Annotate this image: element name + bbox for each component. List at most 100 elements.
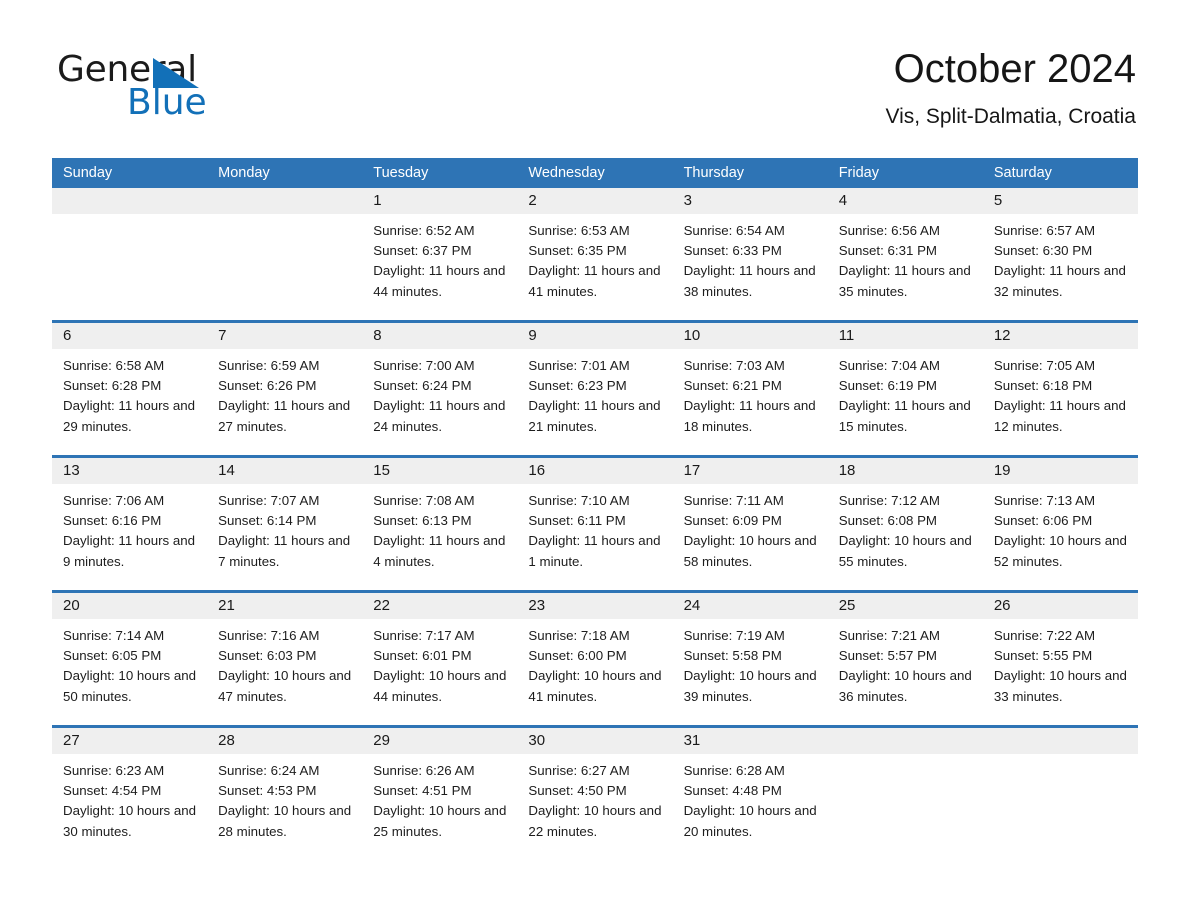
calendar-day-cell[interactable]: 6 Sunrise: 6:58 AM Sunset: 6:28 PM Daylight… [52, 323, 208, 455]
day-details: Sunrise: 7:00 AM Sunset: 6:24 PM Daylight:… [362, 349, 517, 437]
day-number [827, 728, 983, 754]
day-details: Sunrise: 7:05 AM Sunset: 6:18 PM Daylight:… [983, 349, 1138, 437]
calendar-day-cell[interactable]: 19 Sunrise: 7:13 AM Sunset: 6:06 PM Dayligh… [982, 458, 1138, 590]
calendar-day-cell[interactable]: 22 Sunrise: 7:17 AM Sunset: 6:01 PM Dayligh… [362, 593, 518, 725]
weekday-header-thursday: Thursday [683, 165, 745, 181]
sunset-text: Sunset: 6:18 PM [993, 378, 1093, 394]
sunset-text: Sunset: 6:01 PM [373, 648, 472, 664]
sunset-text: Sunset: 5:55 PM [993, 648, 1093, 664]
day-details: Sunrise: 6:23 AM Sunset: 4:54 PM Daylight:… [52, 754, 207, 842]
day-details: Sunrise: 7:11 AM Sunset: 6:09 PM Daylight:… [673, 484, 828, 572]
sunset-text: Sunset: 5:58 PM [683, 648, 782, 664]
sunrise-text: Sunrise: 7:14 AM [63, 628, 165, 643]
day-details: Sunrise: 7:13 AM Sunset: 6:06 PM Daylight:… [983, 484, 1138, 572]
calendar-day-cell[interactable]: 5 Sunrise: 6:57 AM Sunset: 6:30 PM Daylight… [982, 188, 1138, 320]
day-number: 5 [982, 188, 1138, 214]
day-number: 10 [672, 323, 828, 349]
daylight-text: Daylight: 10 hours and 30 minutes. [63, 803, 197, 839]
daylight-text: Daylight: 11 hours and 21 minutes. [528, 398, 661, 434]
calendar-week-row: 13 Sunrise: 7:06 AM Sunset: 6:16 PM Dayligh… [52, 455, 1138, 590]
sunrise-text: Sunrise: 7:05 AM [993, 358, 1096, 373]
calendar-weeks: 1 Sunrise: 6:52 AM Sunset: 6:37 PM Daylight… [52, 188, 1138, 860]
day-details [983, 754, 1138, 761]
sunrise-text: Sunrise: 7:07 AM [218, 493, 320, 508]
calendar-day-cell[interactable]: 24 Sunrise: 7:19 AM Sunset: 5:58 PM Dayligh… [672, 593, 828, 725]
sunset-text: Sunset: 4:54 PM [63, 783, 162, 799]
sunset-text: Sunset: 4:48 PM [683, 783, 782, 799]
page-title: October 2024 [893, 47, 1136, 91]
calendar-page: General Blue October 2024 Vis, Split-Dal… [0, 0, 1188, 918]
daylight-text: Daylight: 11 hours and 41 minutes. [528, 263, 661, 299]
calendar-day-cell[interactable]: 27 Sunrise: 6:23 AM Sunset: 4:54 PM Dayligh… [52, 728, 208, 860]
daylight-text: Daylight: 10 hours and 41 minutes. [528, 668, 662, 704]
sunset-text: Sunset: 6:35 PM [528, 243, 627, 259]
sunrise-text: Sunrise: 6:56 AM [838, 223, 940, 238]
calendar-day-cell[interactable]: 23 Sunrise: 7:18 AM Sunset: 6:00 PM Dayligh… [517, 593, 673, 725]
calendar-day-cell-empty [207, 188, 363, 320]
calendar-day-cell[interactable]: 14 Sunrise: 7:07 AM Sunset: 6:14 PM Dayligh… [207, 458, 363, 590]
daylight-text: Daylight: 10 hours and 20 minutes. [683, 803, 817, 839]
day-details [828, 754, 983, 761]
daylight-text: Daylight: 11 hours and 24 minutes. [373, 398, 506, 434]
sunrise-text: Sunrise: 6:52 AM [373, 223, 475, 238]
day-number: 7 [207, 323, 363, 349]
sunrise-text: Sunrise: 6:23 AM [63, 763, 165, 778]
daylight-text: Daylight: 10 hours and 25 minutes. [373, 803, 507, 839]
day-details: Sunrise: 6:28 AM Sunset: 4:48 PM Daylight:… [673, 754, 828, 842]
daylight-text: Daylight: 10 hours and 39 minutes. [683, 668, 817, 704]
calendar-day-cell[interactable]: 29 Sunrise: 6:26 AM Sunset: 4:51 PM Dayligh… [362, 728, 518, 860]
sunset-text: Sunset: 6:19 PM [838, 378, 938, 394]
sunrise-text: Sunrise: 7:17 AM [373, 628, 475, 643]
calendar-day-cell[interactable]: 18 Sunrise: 7:12 AM Sunset: 6:08 PM Dayligh… [827, 458, 983, 590]
calendar-day-cell[interactable]: 16 Sunrise: 7:10 AM Sunset: 6:11 PM Dayligh… [517, 458, 673, 590]
calendar-day-cell[interactable]: 12 Sunrise: 7:05 AM Sunset: 6:18 PM Dayligh… [982, 323, 1138, 455]
sunrise-text: Sunrise: 7:12 AM [838, 493, 940, 508]
calendar-day-cell[interactable]: 10 Sunrise: 7:03 AM Sunset: 6:21 PM Dayligh… [672, 323, 828, 455]
calendar-day-cell[interactable]: 25 Sunrise: 7:21 AM Sunset: 5:57 PM Dayligh… [827, 593, 983, 725]
sunset-text: Sunset: 6:26 PM [218, 378, 317, 394]
calendar-day-cell[interactable]: 20 Sunrise: 7:14 AM Sunset: 6:05 PM Dayligh… [52, 593, 208, 725]
calendar-day-cell[interactable]: 26 Sunrise: 7:22 AM Sunset: 5:55 PM Dayligh… [982, 593, 1138, 725]
calendar-day-cell[interactable]: 1 Sunrise: 6:52 AM Sunset: 6:37 PM Daylight… [362, 188, 518, 320]
day-details: Sunrise: 6:53 AM Sunset: 6:35 PM Daylight:… [517, 214, 672, 302]
calendar-day-cell[interactable]: 9 Sunrise: 7:01 AM Sunset: 6:23 PM Daylight… [517, 323, 673, 455]
daylight-text: Daylight: 11 hours and 7 minutes. [218, 533, 351, 569]
calendar-day-cell[interactable]: 3 Sunrise: 6:54 AM Sunset: 6:33 PM Daylight… [672, 188, 828, 320]
page-subtitle: Vis, Split-Dalmatia, Croatia [885, 105, 1136, 128]
day-number: 28 [207, 728, 363, 754]
calendar-day-cell[interactable]: 15 Sunrise: 7:08 AM Sunset: 6:13 PM Dayligh… [362, 458, 518, 590]
generalblue-logo[interactable]: General Blue [57, 50, 287, 123]
daylight-text: Daylight: 11 hours and 15 minutes. [838, 398, 971, 434]
calendar-day-cell[interactable]: 21 Sunrise: 7:16 AM Sunset: 6:03 PM Dayligh… [207, 593, 363, 725]
calendar-day-cell[interactable]: 11 Sunrise: 7:04 AM Sunset: 6:19 PM Dayligh… [827, 323, 983, 455]
sunrise-text: Sunrise: 6:59 AM [218, 358, 320, 373]
calendar-week-row: 20 Sunrise: 7:14 AM Sunset: 6:05 PM Dayligh… [52, 590, 1138, 725]
sunrise-text: Sunrise: 6:26 AM [373, 763, 475, 778]
calendar-day-cell[interactable]: 7 Sunrise: 6:59 AM Sunset: 6:26 PM Daylight… [207, 323, 363, 455]
day-details: Sunrise: 7:14 AM Sunset: 6:05 PM Daylight:… [52, 619, 207, 707]
sunset-text: Sunset: 6:23 PM [528, 378, 627, 394]
weekday-header-wednesday: Wednesday [528, 165, 605, 181]
calendar-day-cell[interactable]: 4 Sunrise: 6:56 AM Sunset: 6:31 PM Daylight… [827, 188, 983, 320]
calendar-day-cell[interactable]: 8 Sunrise: 7:00 AM Sunset: 6:24 PM Daylight… [362, 323, 518, 455]
day-details: Sunrise: 6:27 AM Sunset: 4:50 PM Daylight:… [517, 754, 672, 842]
day-details: Sunrise: 7:06 AM Sunset: 6:16 PM Daylight:… [52, 484, 207, 572]
sunrise-text: Sunrise: 7:11 AM [683, 493, 784, 508]
sunset-text: Sunset: 6:09 PM [683, 513, 782, 529]
sunset-text: Sunset: 6:37 PM [373, 243, 472, 259]
calendar-day-cell[interactable]: 13 Sunrise: 7:06 AM Sunset: 6:16 PM Dayligh… [52, 458, 208, 590]
calendar-day-cell[interactable]: 31 Sunrise: 6:28 AM Sunset: 4:48 PM Dayligh… [672, 728, 828, 860]
sunset-text: Sunset: 4:50 PM [528, 783, 627, 799]
weekday-header-monday: Monday [218, 165, 270, 181]
daylight-text: Daylight: 11 hours and 29 minutes. [63, 398, 196, 434]
sunrise-text: Sunrise: 7:19 AM [683, 628, 785, 643]
sunset-text: Sunset: 6:00 PM [528, 648, 627, 664]
sunset-text: Sunset: 6:11 PM [528, 513, 626, 529]
calendar-day-cell[interactable]: 28 Sunrise: 6:24 AM Sunset: 4:53 PM Dayligh… [207, 728, 363, 860]
day-number: 31 [672, 728, 828, 754]
day-details: Sunrise: 6:56 AM Sunset: 6:31 PM Daylight:… [828, 214, 983, 302]
calendar-day-cell[interactable]: 2 Sunrise: 6:53 AM Sunset: 6:35 PM Daylight… [517, 188, 673, 320]
calendar-day-cell[interactable]: 30 Sunrise: 6:27 AM Sunset: 4:50 PM Dayligh… [517, 728, 673, 860]
daylight-text: Daylight: 11 hours and 12 minutes. [993, 398, 1126, 434]
calendar-day-cell[interactable]: 17 Sunrise: 7:11 AM Sunset: 6:09 PM Dayligh… [672, 458, 828, 590]
